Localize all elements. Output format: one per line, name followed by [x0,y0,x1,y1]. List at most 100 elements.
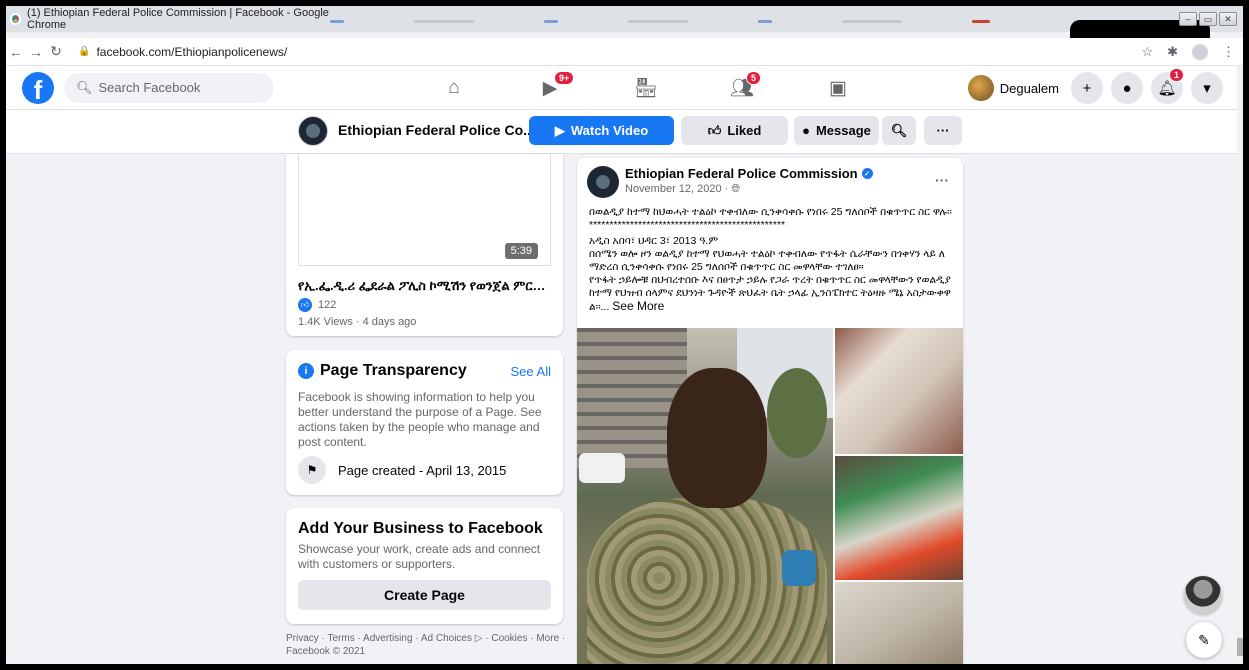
feed-post: Ethiopian Federal Police Commission ✓ No… [577,158,963,670]
notifications-button[interactable]: 🔔︎ 1 [1151,68,1185,104]
url-text: facebook.com/Ethiopianpolicenews/ [96,44,288,59]
globe-icon: 🌐︎ [731,183,741,195]
post-author-avatar[interactable] [587,166,619,198]
groups-tab[interactable]: 👥︎ 5 [694,66,790,110]
groups-badge: 5 [746,71,762,85]
business-heading: Add Your Business to Facebook [298,520,543,537]
browser-profile-icon[interactable] [1192,43,1208,60]
page-search-button[interactable]: 🔍︎ [882,116,916,145]
messenger-button[interactable]: ● [1111,72,1143,104]
marketplace-tab[interactable]: 🏪︎ [598,66,694,110]
plus-icon: + [1082,79,1092,97]
minimize-icon[interactable]: – [1179,12,1197,26]
add-business-card: Add Your Business to Facebook Showcase y… [286,508,563,624]
footer-link-list[interactable]: Privacy · Terms · Advertising · Ad Choic… [286,632,566,645]
dove-patch-icon [782,550,816,586]
post-text: በወልዲያ ከተማ ከህወሓት ተልዕኮ ተቀብለው ሲንቀሳቀሱ የነበሩ 2… [589,206,953,314]
gaming-icon: ▣ [829,77,847,99]
home-tab[interactable]: ⌂ [406,66,502,110]
post-line-1: በወልዲያ ከተማ ከህወሓት ተልዕኮ ተቀብለው ሲንቀሳቀሱ የነበሩ 2… [589,206,952,231]
chevron-down-icon: ▾ [1203,80,1211,97]
facebook-topbar: f 🔍︎ Search Facebook ⌂ ▶ 9+ 🏪︎ 👥︎ 5 ▣ Degu… [6,66,1237,110]
flag-icon: ⚑ [298,456,326,484]
transparency-description: Facebook is showing information to help … [298,390,542,449]
page-transparency-card: i Page Transparency See All Facebook is … [286,350,563,495]
message-label: Message [815,123,871,138]
notifications-badge: 1 [1169,68,1185,82]
see-all-link[interactable]: See All [511,364,551,379]
liked-button[interactable]: 👍︎ Liked [681,116,788,145]
url-field[interactable]: 🔒 facebook.com/Ethiopianpolicenews/ [78,45,287,59]
post-date[interactable]: November 12, 2020 · [625,183,731,195]
browser-titlebar: (1) Ethiopian Federal Police Commission … [0,0,1249,38]
post-photo-2[interactable] [835,328,963,454]
avatar [967,75,994,101]
background-tabs [330,20,1020,26]
new-message-button[interactable]: ✎ [1186,622,1222,658]
video-icon: ▶ [554,122,565,138]
forward-icon[interactable]: → [26,44,46,60]
close-icon[interactable]: ✕ [1219,12,1237,26]
video-meta: 1.4K Views · 4 days ago [298,316,417,328]
chat-contact-avatar[interactable] [1184,576,1222,614]
main-nav: ⌂ ▶ 9+ 🏪︎ 👥︎ 5 ▣ [406,66,886,110]
video-card: 5:39 የኢ.ፌ.ዲ.ሪ ፌደራል ፖሊስ ኮሚሽን የወንጀል ምርመራ .… [286,154,563,336]
video-thumbnail[interactable]: 5:39 [298,154,551,266]
facebook-logo-icon[interactable]: f [22,71,54,104]
bookmark-star-icon[interactable]: ☆ [1141,44,1153,60]
thumbs-up-icon: 👍︎ [707,122,722,138]
watch-badge: 9+ [554,71,575,85]
post-photo-4[interactable] [835,582,963,670]
compose-icon: ✎ [1198,631,1210,648]
video-reactions[interactable]: 👍︎ 122 [298,298,336,312]
post-line-2: አዲስ አበባ፣ ህዳር 3፣ 2013 ዓ.ም [589,235,719,247]
search-input[interactable]: 🔍︎ Search Facebook [64,72,274,103]
post-photo-3[interactable] [835,456,963,580]
post-options-icon[interactable]: ··· [935,172,949,188]
page-avatar[interactable] [298,116,328,146]
video-title[interactable]: የኢ.ፌ.ዲ.ሪ ፌደራል ፖሊስ ኮሚሽን የወንጀል ምርመራ ... [298,278,553,294]
page-created-row: ⚑ Page created - April 13, 2015 [298,456,506,484]
gaming-tab[interactable]: ▣ [790,66,886,110]
extensions-icon[interactable]: ✱ [1167,44,1178,60]
create-page-button[interactable]: Create Page [298,580,551,610]
ellipsis-icon: ··· [936,123,950,138]
home-icon: ⌂ [448,77,460,98]
chrome-logo-icon [10,13,22,25]
page-name[interactable]: Ethiopian Federal Police Co... [338,122,535,138]
search-icon: 🔍︎ [76,79,93,95]
watch-video-button[interactable]: ▶ Watch Video [529,116,674,145]
see-more-link[interactable]: See More [612,299,664,313]
back-icon[interactable]: ← [6,44,26,60]
post-line-3: በሰሜን ወሎ ዞን ወልዲያ ከተማ የህወሓት ተልዕኮ ተቀብለው የጥፋ… [589,248,945,273]
reload-icon[interactable]: ↻ [46,43,66,60]
verified-badge-icon: ✓ [861,168,873,179]
messenger-icon: ● [802,123,810,138]
post-photo-main[interactable] [577,328,833,670]
browser-tab[interactable]: (1) Ethiopian Federal Police Commission … [10,6,330,32]
post-author[interactable]: Ethiopian Federal Police Commission [625,166,858,181]
create-button[interactable]: + [1071,72,1103,104]
footer-links: Privacy · Terms · Advertising · Ad Choic… [286,632,566,658]
maximize-icon[interactable]: ▭ [1199,12,1217,26]
message-button[interactable]: ● Message [794,116,879,145]
like-count: 122 [318,299,337,311]
search-placeholder: Search Facebook [98,80,201,95]
more-options-button[interactable]: ··· [924,116,962,145]
like-icon: 👍︎ [298,298,312,312]
business-description: Showcase your work, create ads and conne… [298,542,541,571]
scrollbar[interactable] [1237,66,1243,670]
page-header-bar: Ethiopian Federal Police Co... ▶ Watch Vi… [6,110,1237,154]
video-duration: 5:39 [504,243,538,259]
address-bar: ← → ↻ 🔒 facebook.com/Ethiopianpolicenews… [6,38,1243,66]
account-menu-button[interactable]: ▾ [1191,72,1223,104]
liked-label: Liked [727,123,762,138]
info-globe-icon: i [298,363,314,379]
post-line-4: የጥፋት ኃይሎቹ በህብረተሰቡ እና በፀጥታ ኃይሉ የጋራ ጥረት በቁ… [589,274,953,314]
watch-tab[interactable]: ▶ 9+ [502,66,598,110]
profile-chip[interactable]: Degualem [967,75,1059,101]
browser-menu-icon[interactable]: ⋮ [1222,44,1235,60]
post-author-row: Ethiopian Federal Police Commission ✓ [625,166,873,181]
profile-name: Degualem [999,80,1059,96]
search-icon: 🔍︎ [890,122,908,138]
